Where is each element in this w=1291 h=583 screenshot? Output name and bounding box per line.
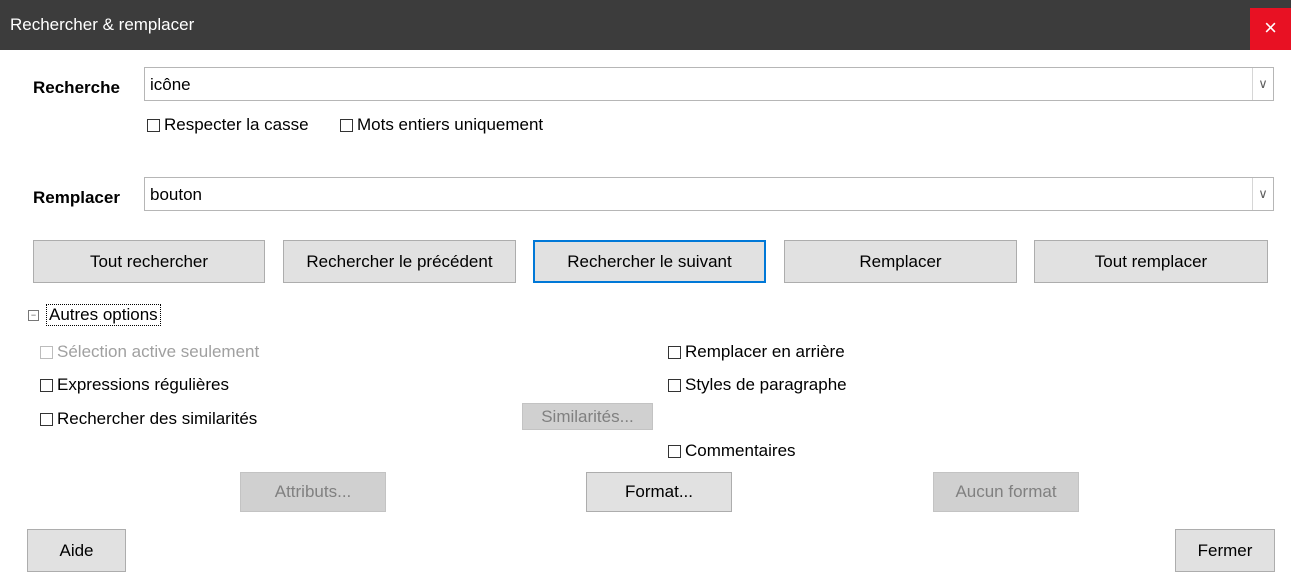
current-selection-checkbox: Sélection active seulement (40, 342, 259, 362)
comments-label: Commentaires (685, 441, 796, 460)
attributes-button: Attributs... (240, 472, 386, 512)
dialog-content: Recherche icône ∨ Respecter la casse Mot… (0, 50, 1291, 583)
whole-words-label: Mots entiers uniquement (357, 115, 544, 134)
search-label: Recherche (33, 78, 120, 97)
checkbox-box[interactable] (40, 412, 53, 426)
checkbox-box[interactable] (340, 118, 353, 132)
match-case-label: Respecter la casse (164, 115, 309, 134)
no-format-button: Aucun format (933, 472, 1079, 512)
checkbox-box[interactable] (147, 118, 160, 132)
search-input[interactable]: icône (150, 75, 191, 95)
similarity-checkbox[interactable]: Rechercher des similarités (40, 409, 257, 429)
regex-checkbox[interactable]: Expressions régulières (40, 375, 229, 395)
replace-all-button[interactable]: Tout remplacer (1034, 240, 1268, 283)
replace-label: Remplacer (33, 188, 120, 207)
current-selection-label: Sélection active seulement (57, 342, 260, 361)
find-previous-button[interactable]: Rechercher le précédent (283, 240, 516, 283)
whole-words-checkbox[interactable]: Mots entiers uniquement (340, 115, 543, 135)
comments-checkbox[interactable]: Commentaires (668, 441, 796, 461)
paragraph-styles-label: Styles de paragraphe (685, 375, 847, 394)
checkbox-box[interactable] (668, 345, 681, 359)
backwards-label: Remplacer en arrière (685, 342, 845, 361)
checkbox-box[interactable] (668, 378, 681, 392)
similarities-button: Similarités... (522, 403, 653, 430)
window-title: Rechercher & remplacer (10, 15, 195, 34)
replace-combobox[interactable]: bouton ∨ (144, 177, 1274, 211)
paragraph-styles-checkbox[interactable]: Styles de paragraphe (668, 375, 847, 395)
help-button[interactable]: Aide (27, 529, 126, 572)
close-button[interactable]: × (1250, 8, 1291, 50)
format-button[interactable]: Format... (586, 472, 732, 512)
more-options-expander[interactable]: − Autres options (28, 304, 161, 326)
backwards-checkbox[interactable]: Remplacer en arrière (668, 342, 845, 362)
match-case-checkbox[interactable]: Respecter la casse (147, 115, 309, 135)
close-icon: × (1264, 15, 1277, 40)
find-next-button[interactable]: Rechercher le suivant (533, 240, 766, 283)
chevron-down-icon: ∨ (1258, 186, 1268, 201)
similarity-label: Rechercher des similarités (57, 409, 258, 428)
search-dropdown-button[interactable]: ∨ (1252, 68, 1273, 100)
checkbox-box[interactable] (668, 444, 681, 458)
checkbox-box[interactable] (40, 378, 53, 392)
checkbox-box (40, 345, 53, 359)
replace-button[interactable]: Remplacer (784, 240, 1017, 283)
chevron-down-icon: ∨ (1258, 76, 1268, 91)
search-combobox[interactable]: icône ∨ (144, 67, 1274, 101)
title-bar: Rechercher & remplacer × (0, 0, 1291, 50)
replace-dropdown-button[interactable]: ∨ (1252, 178, 1273, 210)
replace-input[interactable]: bouton (150, 185, 202, 205)
more-options-label[interactable]: Autres options (46, 304, 161, 326)
collapse-icon: − (28, 309, 39, 321)
find-all-button[interactable]: Tout rechercher (33, 240, 265, 283)
regex-label: Expressions régulières (57, 375, 229, 394)
close-dialog-button[interactable]: Fermer (1175, 529, 1275, 572)
